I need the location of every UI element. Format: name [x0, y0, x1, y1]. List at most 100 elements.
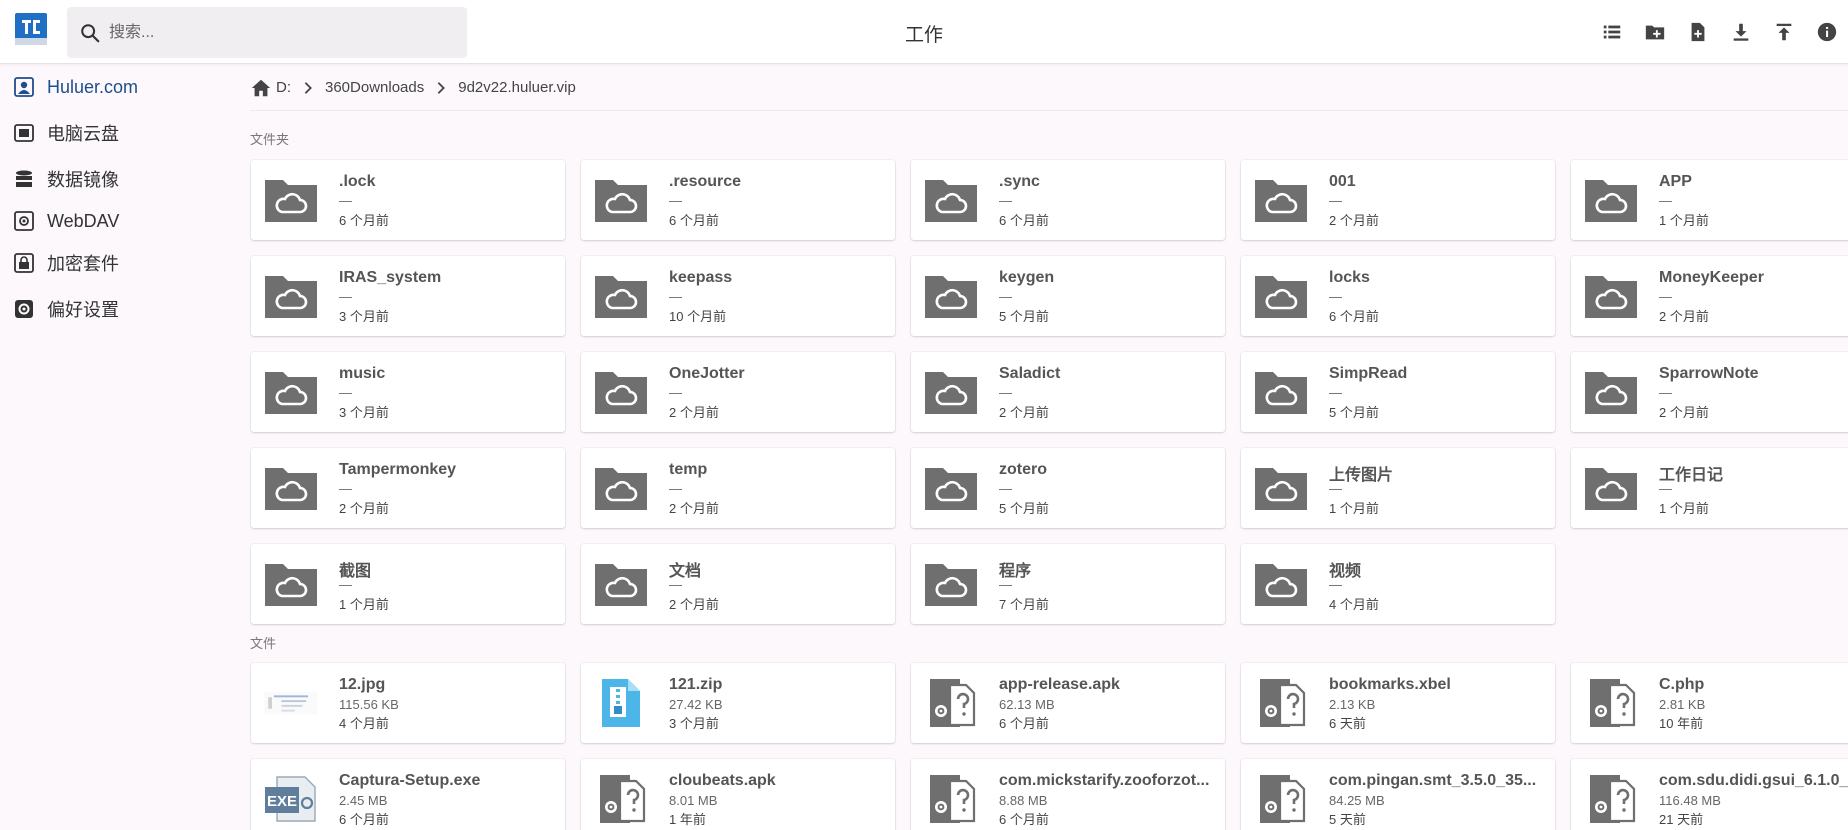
sidebar-item-cloud-drive[interactable]: 电脑云盘	[0, 110, 240, 156]
folder-cloud-icon	[921, 366, 981, 418]
folder-card[interactable]: 001 — 2 个月前	[1241, 160, 1555, 240]
folder-card[interactable]: 视频 — 4 个月前	[1241, 544, 1555, 624]
sidebar-item-encryption[interactable]: 加密套件	[0, 240, 240, 286]
folder-grid: .lock —6 个月前 .resource —6 个月前 .sync —6 个月前 …	[251, 160, 1848, 624]
new-file-button[interactable]	[1676, 16, 1719, 48]
file-card[interactable]: 121.zip 27.42 KB 3 个月前	[581, 663, 895, 743]
sidebar-item-account[interactable]: Huluer.com	[0, 64, 240, 110]
folder-card[interactable]: Tampermonkey — 2 个月前	[251, 448, 565, 528]
item-name: keepass	[669, 269, 733, 286]
file-plus-icon	[1691, 22, 1704, 42]
files-section-label: 文件	[250, 636, 277, 651]
folder-card[interactable]: 上传图片 — 1 个月前	[1241, 448, 1555, 528]
item-size: —	[1659, 481, 1672, 496]
search-box[interactable]	[67, 7, 467, 58]
item-date: 1 个月前	[339, 597, 389, 612]
breadcrumb-item-drive[interactable]: D:	[276, 79, 291, 96]
folder-card[interactable]: Saladict — 2 个月前	[911, 352, 1225, 432]
folder-card[interactable]: .resource — 6 个月前	[581, 160, 895, 240]
info-button[interactable]	[1805, 16, 1848, 48]
folder-card[interactable]: 程序 — 7 个月前	[911, 544, 1225, 624]
folder-card[interactable]: IRAS_system — 3 个月前	[251, 256, 565, 336]
unknown-file-icon	[921, 677, 981, 729]
item-date: 6 个月前	[669, 213, 719, 228]
folder-card[interactable]: SimpRead — 5 个月前	[1241, 352, 1555, 432]
item-size: —	[999, 193, 1012, 208]
file-card[interactable]: 12.jpg 115.56 KB 4 个月前	[251, 663, 565, 743]
upload-button[interactable]	[1762, 16, 1805, 48]
item-date: 2 个月前	[669, 405, 719, 420]
item-size: —	[1329, 481, 1342, 496]
app-logo[interactable]	[14, 12, 48, 46]
list-view-icon	[1603, 25, 1620, 39]
file-card[interactable]: com.sdu.didi.gsui_6.1.0_5... 116.48 MB 21 …	[1571, 759, 1848, 830]
item-name: locks	[1329, 269, 1370, 286]
folder-card[interactable]: 文档 — 2 个月前	[581, 544, 895, 624]
item-date: 1 个月前	[1659, 501, 1709, 516]
breadcrumb-item-folder[interactable]: 360Downloads	[325, 79, 424, 96]
folder-cloud-icon	[1581, 270, 1641, 322]
folder-card[interactable]: locks — 6 个月前	[1241, 256, 1555, 336]
folder-cloud-icon	[591, 270, 651, 322]
folder-card[interactable]: keygen — 5 个月前	[911, 256, 1225, 336]
item-name: 截图	[339, 563, 372, 580]
home-icon[interactable]	[250, 77, 272, 99]
folder-cloud-icon	[1581, 366, 1641, 418]
item-name: SparrowNote	[1659, 365, 1759, 382]
folder-cloud-icon	[1251, 174, 1311, 226]
folder-card[interactable]: keepass — 10 个月前	[581, 256, 895, 336]
new-folder-button[interactable]	[1633, 16, 1676, 48]
view-list-button[interactable]	[1590, 16, 1633, 48]
file-card[interactable]: com.pingan.smt_3.5.0_35... 84.25 MB 5 天前	[1241, 759, 1555, 830]
folder-card[interactable]: OneJotter — 2 个月前	[581, 352, 895, 432]
sidebar-item-webdav[interactable]: WebDAV	[0, 202, 240, 240]
search-input[interactable]	[109, 18, 449, 47]
item-date: 5 个月前	[999, 501, 1049, 516]
sidebar-item-preferences[interactable]: 偏好设置	[0, 286, 240, 332]
item-date: 2 个月前	[669, 501, 719, 516]
folder-card[interactable]: temp — 2 个月前	[581, 448, 895, 528]
sidebar-item-label: 加密套件	[47, 254, 119, 274]
item-name: com.pingan.smt_3.5.0_35...	[1329, 772, 1537, 789]
folder-card[interactable]: 工作日记 — 1 个月前	[1571, 448, 1848, 528]
folder-plus-icon	[1645, 25, 1664, 40]
folder-cloud-icon	[1251, 558, 1311, 610]
folder-card[interactable]: music — 3 个月前	[251, 352, 565, 432]
folders-section-label: 文件夹	[250, 132, 290, 147]
file-card[interactable]: EXE Captura-Setup.exe 2.45 MB 6 个月前	[251, 759, 565, 830]
item-date: 7 个月前	[999, 597, 1049, 612]
file-card[interactable]: C.php 2.81 KB 10 年前	[1571, 663, 1848, 743]
item-date: 1 个月前	[1329, 501, 1379, 516]
download-button[interactable]	[1719, 16, 1762, 48]
item-size: —	[1329, 577, 1342, 592]
folder-card[interactable]: 截图 — 1 个月前	[251, 544, 565, 624]
folder-card[interactable]: MoneyKeeper — 2 个月前	[1571, 256, 1848, 336]
file-card[interactable]: app-release.apk 62.13 MB 6 个月前	[911, 663, 1225, 743]
upload-icon	[1776, 23, 1791, 41]
folder-cloud-icon	[1581, 462, 1641, 514]
item-date: 3 个月前	[669, 716, 719, 731]
breadcrumb-item-current[interactable]: 9d2v22.huluer.vip	[458, 79, 576, 96]
item-date: 6 个月前	[339, 213, 389, 228]
folder-cloud-icon	[921, 462, 981, 514]
item-size: —	[669, 385, 682, 400]
folder-card[interactable]: APP — 1 个月前	[1571, 160, 1848, 240]
folder-cloud-icon	[591, 174, 651, 226]
folder-card[interactable]: zotero — 5 个月前	[911, 448, 1225, 528]
folder-cloud-icon	[921, 558, 981, 610]
item-size: —	[999, 385, 1012, 400]
file-card[interactable]: com.mickstarify.zooforzot... 8.88 MB 6 个月前	[911, 759, 1225, 830]
folder-card[interactable]: .sync — 6 个月前	[911, 160, 1225, 240]
item-name: zotero	[999, 461, 1047, 478]
sidebar-item-label: 电脑云盘	[47, 124, 119, 144]
folder-card[interactable]: SparrowNote — 2 个月前	[1571, 352, 1848, 432]
file-card[interactable]: cloubeats.apk 8.01 MB 1 年前	[581, 759, 895, 830]
item-size: —	[1659, 193, 1672, 208]
item-name: app-release.apk	[999, 676, 1120, 693]
item-name: 001	[1329, 173, 1356, 190]
sidebar-item-data-mirror[interactable]: 数据镜像	[0, 156, 240, 202]
file-card[interactable]: bookmarks.xbel 2.13 KB 6 天前	[1241, 663, 1555, 743]
item-name: 上传图片	[1329, 467, 1394, 484]
item-date: 2 个月前	[339, 501, 389, 516]
folder-card[interactable]: .lock — 6 个月前	[251, 160, 565, 240]
